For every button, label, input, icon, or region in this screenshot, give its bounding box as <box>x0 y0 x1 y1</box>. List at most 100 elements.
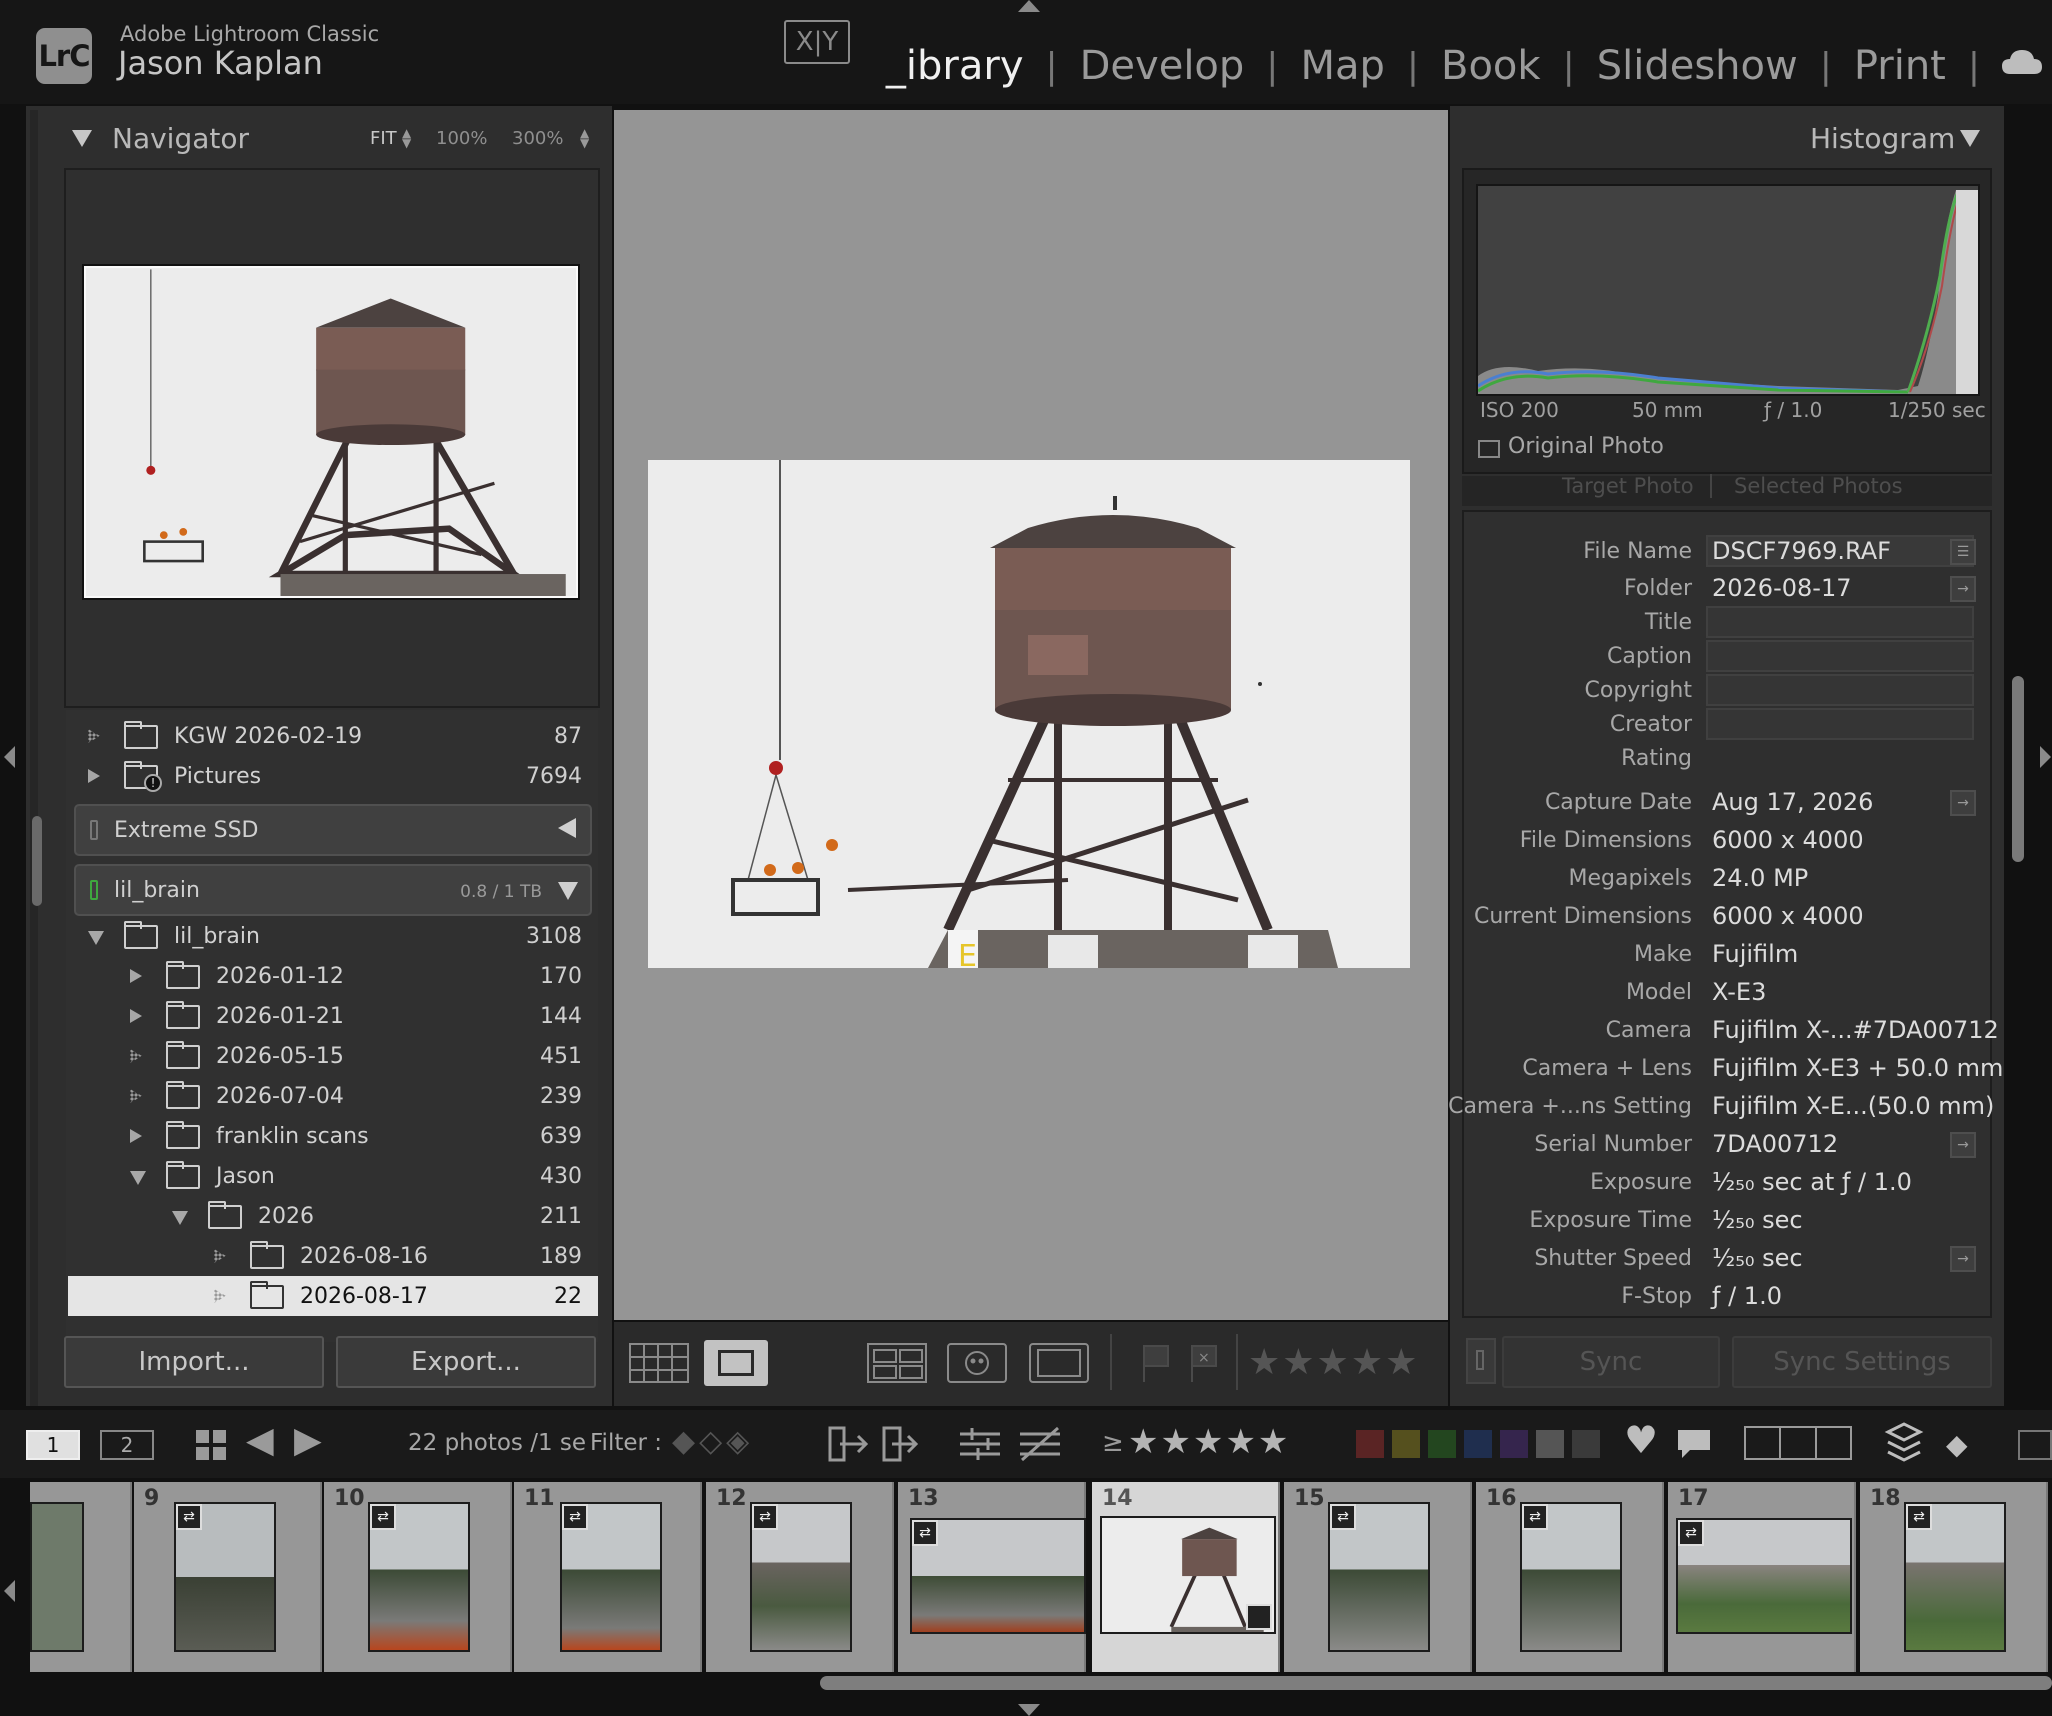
previous-arrow-icon[interactable]: ◀ <box>246 1420 274 1461</box>
reject-flag-icon[interactable]: × <box>1186 1342 1222 1384</box>
original-photo-checkbox[interactable] <box>1478 440 1500 458</box>
cloud-sync-icon[interactable] <box>2000 46 2044 76</box>
filmstrip-cell[interactable]: 16 ⇄ <box>1476 1482 1664 1672</box>
left-panel-scrollbar[interactable] <box>32 816 42 906</box>
serial-number-arrow-icon[interactable]: → <box>1950 1132 1976 1158</box>
flag-filter-icon[interactable]: ◆◇◈ <box>672 1424 753 1459</box>
creator-input[interactable] <box>1706 708 1974 740</box>
folder-row[interactable]: 2026-07-04 239 <box>68 1076 598 1116</box>
filmstrip-cell[interactable] <box>30 1482 132 1672</box>
bottom-panel-toggle-icon[interactable] <box>1018 1704 1040 1716</box>
filmstrip-cell[interactable]: 17 ⇄ <box>1668 1482 1856 1672</box>
module-library[interactable]: _ibrary <box>864 43 1046 89</box>
rating-filter-stars-icon[interactable]: ★★★★★ <box>1128 1422 1290 1462</box>
import-button[interactable]: Import... <box>64 1336 324 1388</box>
module-map[interactable]: Map <box>1278 43 1406 89</box>
grid-view-icon[interactable] <box>628 1340 690 1386</box>
export-button[interactable]: Export... <box>336 1336 596 1388</box>
adjustments-off-icon[interactable] <box>1018 1424 1062 1464</box>
star-rating-icon[interactable]: ★★★★★ <box>1248 1342 1419 1383</box>
right-panel-toggle-icon[interactable] <box>2040 746 2051 768</box>
zoom-300[interactable]: 300% <box>512 128 563 149</box>
flag-icon[interactable] <box>1138 1342 1174 1384</box>
left-panel-toggle-icon[interactable] <box>4 746 15 768</box>
filter-preset-segment[interactable] <box>1817 1428 1850 1458</box>
right-panel-scrollbar[interactable] <box>2012 676 2024 862</box>
filmstrip-scroll-left-icon[interactable] <box>4 1580 15 1602</box>
main-photo[interactable]: E <box>648 460 1410 968</box>
volume-collapse-icon[interactable] <box>558 818 576 838</box>
folder-row[interactable]: franklin scans 639 <box>68 1116 598 1156</box>
collapse-icon[interactable] <box>88 931 104 945</box>
heart-icon[interactable]: ♥ <box>1624 1418 1658 1462</box>
folder-row[interactable]: ! Pictures 7694 <box>68 756 598 796</box>
tab-target-photo[interactable]: Target Photo <box>1562 474 1694 498</box>
zoom-100[interactable]: 100% <box>436 128 487 149</box>
filmstrip-cell[interactable]: 9 ⇄ <box>134 1482 322 1672</box>
navigator-thumbnail[interactable] <box>84 266 578 598</box>
histogram-graph[interactable] <box>1476 184 1980 396</box>
expand-icon[interactable] <box>88 729 100 743</box>
filter-preset-segment[interactable] <box>1746 1428 1782 1458</box>
filmstrip-cell[interactable]: 11 ⇄ <box>514 1482 702 1672</box>
filmstrip-scrollbar[interactable] <box>820 1676 2052 1690</box>
secondary-window-icon[interactable] <box>1028 1340 1090 1386</box>
comment-icon[interactable] <box>1674 1426 1714 1462</box>
filmstrip-cell-selected[interactable]: 14 <box>1092 1482 1280 1672</box>
expand-icon[interactable] <box>214 1249 226 1263</box>
expand-icon[interactable] <box>88 769 100 783</box>
import-icon[interactable] <box>826 1422 870 1466</box>
expand-icon[interactable] <box>214 1289 226 1303</box>
top-panel-toggle-icon[interactable] <box>1018 0 1040 12</box>
filmstrip-cell[interactable]: 13 ⇄ <box>898 1482 1086 1672</box>
module-develop[interactable]: Develop <box>1058 43 1267 89</box>
next-arrow-icon[interactable]: ▶ <box>294 1420 322 1461</box>
expand-icon[interactable] <box>130 1049 142 1063</box>
folder-row[interactable]: 2026-08-16 189 <box>68 1236 598 1276</box>
folder-row[interactable]: KGW 2026-02-19 87 <box>68 716 598 756</box>
folder-row[interactable]: 2026 211 <box>68 1196 598 1236</box>
folder-row[interactable]: 2026-05-15 451 <box>68 1036 598 1076</box>
filter-preset-segment[interactable] <box>1781 1428 1817 1458</box>
folder-row[interactable]: 2026-01-12 170 <box>68 956 598 996</box>
color-filter-green[interactable] <box>1428 1430 1456 1458</box>
sync-toggle-switch[interactable] <box>1466 1338 1496 1384</box>
color-filter-custom[interactable] <box>1536 1430 1564 1458</box>
collapse-icon[interactable] <box>172 1211 188 1225</box>
caption-input[interactable] <box>1706 640 1974 672</box>
collapse-icon[interactable] <box>130 1171 146 1185</box>
folder-row[interactable]: 2026-01-21 144 <box>68 996 598 1036</box>
volume-lil-brain[interactable]: lil_brain 0.8 / 1 TB <box>74 864 592 916</box>
navigator-collapse-icon[interactable] <box>72 130 92 147</box>
color-filter-yellow[interactable] <box>1392 1430 1420 1458</box>
metadata-list-icon[interactable]: ☰ <box>1950 539 1976 565</box>
capture-date-arrow-icon[interactable]: → <box>1950 790 1976 816</box>
filmstrip-cell[interactable]: 10 ⇄ <box>324 1482 512 1672</box>
main-window-button[interactable]: 1 <box>26 1430 80 1460</box>
sync-settings-button[interactable]: Sync Settings <box>1732 1336 1992 1388</box>
expand-icon[interactable] <box>130 1009 142 1023</box>
color-filter-blue[interactable] <box>1464 1430 1492 1458</box>
expand-icon[interactable] <box>130 1089 142 1103</box>
shutter-speed-arrow-icon[interactable]: → <box>1950 1246 1976 1272</box>
filter-preset-icon[interactable] <box>1744 1426 1852 1460</box>
second-window-button[interactable]: 2 <box>100 1430 154 1460</box>
color-filter-red[interactable] <box>1356 1430 1384 1458</box>
expand-icon[interactable] <box>130 969 142 983</box>
sync-button[interactable]: Sync <box>1502 1336 1720 1388</box>
people-view-icon[interactable] <box>946 1340 1008 1386</box>
module-book[interactable]: Book <box>1419 43 1563 89</box>
expand-icon[interactable] <box>130 1129 142 1143</box>
zoom-custom-chevron-icon[interactable]: ▲ ▼ <box>580 127 589 149</box>
volume-extreme-ssd[interactable]: Extreme SSD <box>74 804 592 856</box>
volume-expand-icon[interactable] <box>558 882 578 900</box>
zoom-fit[interactable]: FIT <box>370 128 397 149</box>
loupe-view-button[interactable] <box>704 1340 768 1386</box>
compare-view-icon[interactable]: X|Y <box>784 20 850 64</box>
tab-selected-photos[interactable]: Selected Photos <box>1734 474 1903 498</box>
stack-icon[interactable] <box>1884 1420 1924 1466</box>
color-filter-purple[interactable] <box>1500 1430 1528 1458</box>
module-print[interactable]: Print <box>1832 43 1968 89</box>
folder-row[interactable]: lil_brain 3108 <box>68 916 598 956</box>
title-input[interactable] <box>1706 606 1974 638</box>
